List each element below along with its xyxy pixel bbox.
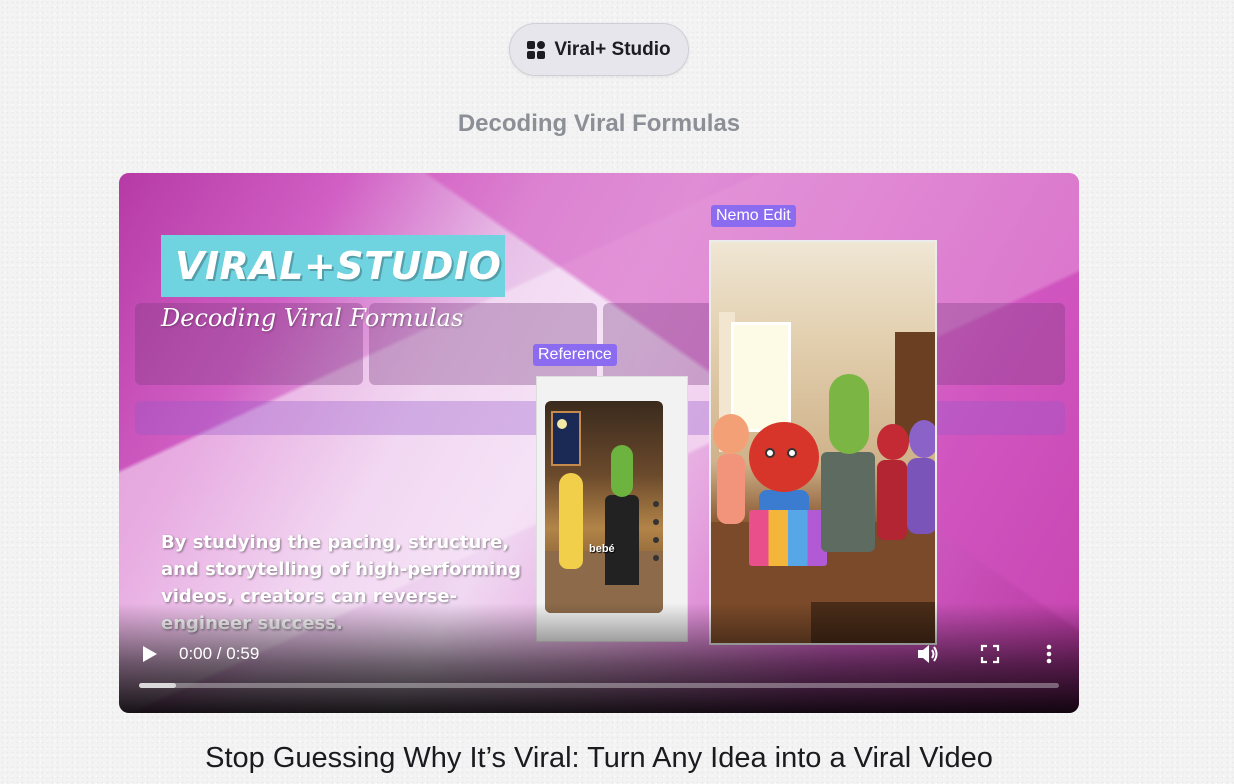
- volume-icon[interactable]: [915, 641, 941, 667]
- peach-character: [713, 414, 749, 454]
- more-vertical-icon[interactable]: [1039, 641, 1059, 667]
- grape-character: [909, 420, 935, 458]
- badge-label: Viral+ Studio: [554, 38, 671, 60]
- video-time: 0:00 / 0:59: [179, 644, 260, 663]
- reference-screen: bebé: [545, 401, 663, 613]
- video-logo: VIRAL+STUDIO: [161, 235, 505, 297]
- cherry-character: [877, 424, 909, 460]
- section-subtitle: Decoding Viral Formulas: [457, 110, 741, 137]
- video-player[interactable]: VIRAL+STUDIO Decoding Viral Formulas By …: [119, 173, 1079, 713]
- reference-tag: Reference: [533, 344, 617, 366]
- video-progress-bar[interactable]: [139, 683, 1059, 688]
- cucumber-character: [829, 374, 869, 454]
- viral-studio-badge[interactable]: Viral+ Studio: [509, 23, 689, 76]
- video-logo-subtitle: Decoding Viral Formulas: [161, 304, 464, 332]
- video-logo-title: VIRAL+STUDIO: [175, 244, 502, 288]
- progress-buffered: [139, 683, 176, 688]
- apple-character: [749, 422, 819, 492]
- play-icon[interactable]: [139, 643, 161, 665]
- video-controls: 0:00 / 0:59: [119, 603, 1079, 713]
- nemo-edit-tag: Nemo Edit: [711, 205, 796, 227]
- page-headline: Stop Guessing Why It’s Viral: Turn Any I…: [205, 742, 993, 774]
- grid-apps-icon: [527, 40, 546, 59]
- shopping-bags: [749, 510, 827, 566]
- reference-caption: bebé: [589, 543, 615, 555]
- nemo-edit-video-thumbnail: [709, 240, 937, 645]
- fullscreen-icon[interactable]: [977, 641, 1003, 667]
